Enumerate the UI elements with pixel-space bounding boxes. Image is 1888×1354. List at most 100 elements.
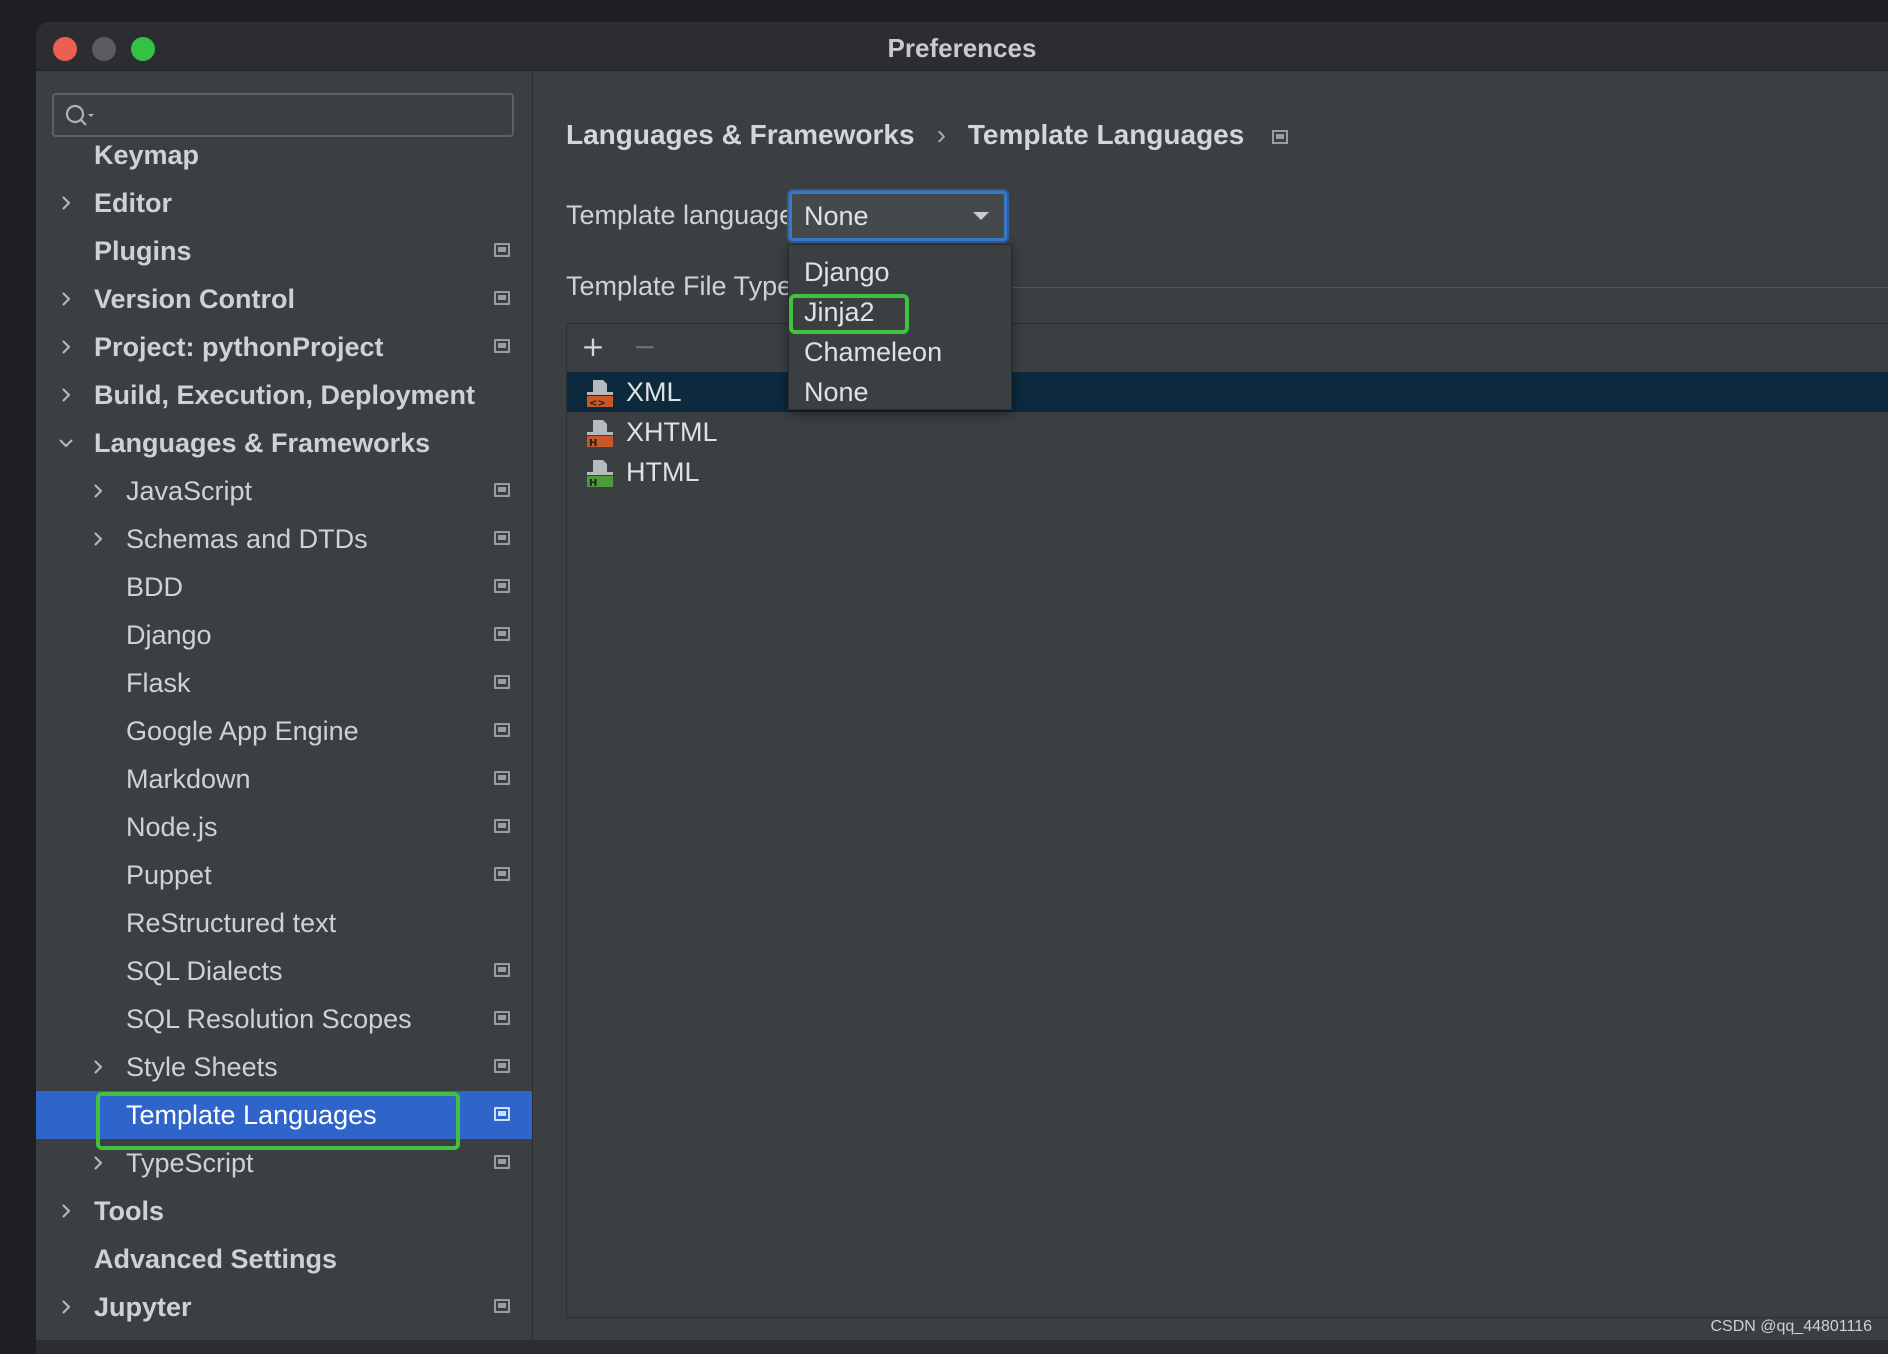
file-type-row-xml[interactable]: <> XML xyxy=(567,372,1888,412)
template-language-select[interactable]: None xyxy=(789,191,1007,241)
sidebar-item-label: Node.js xyxy=(126,812,218,842)
project-scope-icon xyxy=(494,531,510,545)
file-type-row-html[interactable]: H HTML xyxy=(567,452,1888,492)
settings-sidebar: Keymap Editor Plugins Version Control Projec… xyxy=(36,71,533,1354)
template-file-types-list: + − <> XML H XHTML H HTML xyxy=(566,323,1888,1318)
project-scope-icon xyxy=(494,1299,510,1313)
status-strip xyxy=(36,1340,1888,1354)
sidebar-item-plugins[interactable]: Plugins xyxy=(36,227,532,275)
file-type-label: XML xyxy=(626,377,682,407)
dropdown-arrow-icon xyxy=(973,212,989,220)
settings-content: Languages & Frameworks › Template Language… xyxy=(533,71,1888,1354)
sidebar-item-label: Advanced Settings xyxy=(94,1244,338,1274)
chevron-right-icon[interactable] xyxy=(90,483,106,499)
template-file-types-label: Template File Types xyxy=(566,271,806,301)
xml-file-icon: <> xyxy=(587,380,613,408)
chevron-right-icon[interactable] xyxy=(58,291,74,307)
xhtml-file-icon: H xyxy=(587,420,613,448)
file-type-badge-text: H xyxy=(589,478,597,488)
sidebar-item-template-languages[interactable]: Template Languages xyxy=(36,1091,532,1150)
project-scope-icon xyxy=(494,1155,510,1169)
sidebar-item-version-control[interactable]: Version Control xyxy=(36,275,532,323)
html-file-icon: H xyxy=(587,460,613,488)
project-scope-icon xyxy=(1272,129,1289,144)
sidebar-item-label: Django xyxy=(126,620,212,650)
sidebar-item-label: Editor xyxy=(94,188,172,218)
remove-icon[interactable]: − xyxy=(633,336,657,360)
sidebar-item-style-sheets[interactable]: Style Sheets xyxy=(36,1043,532,1091)
file-types-toolbar: + − xyxy=(567,324,1888,373)
project-scope-icon xyxy=(494,1011,510,1025)
preferences-window: Preferences Keymap Editor Plugins Version C… xyxy=(36,22,1888,1354)
chevron-right-icon[interactable] xyxy=(58,387,74,403)
sidebar-item-label: BDD xyxy=(126,572,184,602)
project-scope-icon xyxy=(494,339,510,353)
sidebar-item-label: Version Control xyxy=(94,284,296,314)
sidebar-item-markdown[interactable]: Markdown xyxy=(36,755,532,803)
remove-button-label: − xyxy=(633,336,656,360)
watermark: CSDN @qq_44801116 xyxy=(1710,1318,1872,1335)
project-scope-icon xyxy=(494,579,510,593)
search-input[interactable] xyxy=(104,101,508,131)
sidebar-item-typescript[interactable]: TypeScript xyxy=(36,1139,532,1187)
sidebar-item-puppet[interactable]: Puppet xyxy=(36,851,532,899)
project-scope-icon xyxy=(494,675,510,689)
project-scope-icon xyxy=(494,819,510,833)
breadcrumb-parent[interactable]: Languages & Frameworks xyxy=(566,119,915,150)
template-language-label: Template language: xyxy=(566,200,802,230)
project-scope-icon xyxy=(494,1059,510,1073)
add-icon[interactable]: + xyxy=(581,336,605,360)
chevron-right-icon[interactable] xyxy=(58,195,74,211)
sidebar-item-django[interactable]: Django xyxy=(36,611,532,659)
sidebar-item-tools[interactable]: Tools xyxy=(36,1187,532,1235)
sidebar-item-node-js[interactable]: Node.js xyxy=(36,803,532,851)
project-scope-icon xyxy=(494,627,510,641)
sidebar-item-javascript[interactable]: JavaScript xyxy=(36,467,532,515)
breadcrumb-current: Template Languages xyxy=(967,119,1245,150)
sidebar-item-languages-frameworks[interactable]: Languages & Frameworks xyxy=(36,419,532,467)
template-language-dropdown: Django Jinja2 Chameleon None xyxy=(788,244,1012,410)
sidebar-item-flask[interactable]: Flask xyxy=(36,659,532,707)
project-scope-icon xyxy=(494,243,510,257)
dropdown-option-django[interactable]: Django xyxy=(789,252,1011,292)
project-scope-icon xyxy=(494,483,510,497)
sidebar-item-restructured-text[interactable]: ReStructured text xyxy=(36,899,532,947)
sidebar-item-google-app-engine[interactable]: Google App Engine xyxy=(36,707,532,755)
file-type-badge-text: <> xyxy=(589,398,606,408)
sidebar-item-label: Tools xyxy=(94,1196,164,1226)
chevron-right-icon[interactable] xyxy=(58,339,74,355)
chevron-right-icon[interactable] xyxy=(90,1155,106,1171)
project-scope-icon xyxy=(494,771,510,785)
file-type-badge-text: H xyxy=(589,438,597,448)
sidebar-item-bdd[interactable]: BDD xyxy=(36,563,532,611)
dropdown-option-none[interactable]: None xyxy=(789,372,1011,412)
sidebar-item-advanced-settings[interactable]: Advanced Settings xyxy=(36,1235,532,1283)
sidebar-item-schemas-and-dtds[interactable]: Schemas and DTDs xyxy=(36,515,532,563)
sidebar-item-project-pythonproject[interactable]: Project: pythonProject xyxy=(36,323,532,371)
search-icon xyxy=(65,104,94,126)
sidebar-item-sql-resolution-scopes[interactable]: SQL Resolution Scopes xyxy=(36,995,532,1043)
title-bar: Preferences xyxy=(36,22,1888,71)
sidebar-item-label: SQL Resolution Scopes xyxy=(126,1004,412,1034)
chevron-down-icon[interactable] xyxy=(58,435,74,451)
sidebar-item-label: TypeScript xyxy=(126,1148,254,1178)
sidebar-item-label: Plugins xyxy=(94,236,192,266)
sidebar-item-label: SQL Dialects xyxy=(126,956,283,986)
sidebar-item-build-execution-deployment[interactable]: Build, Execution, Deployment xyxy=(36,371,532,419)
chevron-right-icon[interactable] xyxy=(58,1299,74,1315)
sidebar-item-label: Build, Execution, Deployment xyxy=(94,380,476,410)
sidebar-item-editor[interactable]: Editor xyxy=(36,179,532,227)
dropdown-option-chameleon[interactable]: Chameleon xyxy=(789,332,1011,372)
sidebar-item-jupyter[interactable]: Jupyter xyxy=(36,1283,532,1331)
file-type-row-xhtml[interactable]: H XHTML xyxy=(567,412,1888,452)
sidebar-item-label: Languages & Frameworks xyxy=(94,428,431,458)
sidebar-item-label: Style Sheets xyxy=(126,1052,278,1082)
template-language-selected-value: None xyxy=(804,201,869,231)
sidebar-item-label: Markdown xyxy=(126,764,251,794)
sidebar-item-sql-dialects[interactable]: SQL Dialects xyxy=(36,947,532,995)
sidebar-item-label: JavaScript xyxy=(126,476,253,506)
chevron-right-icon[interactable] xyxy=(58,1203,74,1219)
chevron-right-icon[interactable] xyxy=(90,1059,106,1075)
chevron-right-icon[interactable] xyxy=(90,531,106,547)
sidebar-item-keymap[interactable]: Keymap xyxy=(36,131,532,179)
